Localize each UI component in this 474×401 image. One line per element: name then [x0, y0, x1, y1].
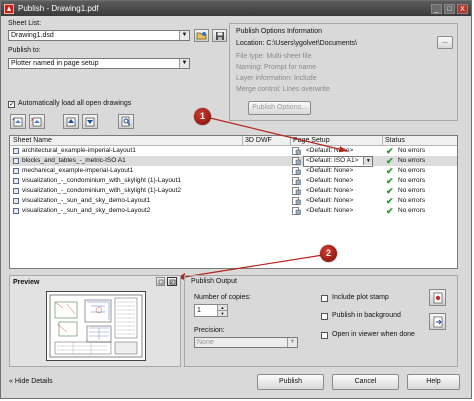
open-in-viewer-label: Open in viewer when done: [332, 331, 415, 338]
publish-button[interactable]: Publish: [257, 374, 324, 390]
cancel-button[interactable]: Cancel: [332, 374, 399, 390]
preview-panel: Preview: [9, 275, 181, 367]
preview-label: Preview: [13, 279, 40, 286]
precision-label: Precision:: [194, 327, 225, 334]
hide-details-link[interactable]: « Hide Details: [9, 378, 53, 385]
include-plot-stamp-checkbox[interactable]: [321, 295, 328, 302]
publish-in-background-settings-button[interactable]: [429, 313, 446, 330]
floor-plan-thumbnail-image: [49, 294, 143, 358]
plot-stamp-icon: [433, 292, 442, 303]
chevron-down-icon: ▼: [287, 338, 297, 347]
help-button[interactable]: Help: [407, 374, 460, 390]
precision-dropdown[interactable]: None ▼: [194, 337, 298, 348]
expand-preview-icon: [169, 279, 175, 284]
open-in-viewer-checkbox[interactable]: [321, 332, 328, 339]
copies-value: 1: [197, 307, 201, 314]
include-plot-stamp-label: Include plot stamp: [332, 294, 389, 301]
copies-label: Number of copies:: [194, 294, 251, 301]
copies-spinner[interactable]: 1 ▲ ▼: [194, 304, 228, 317]
spin-down-icon[interactable]: ▼: [217, 311, 227, 316]
collapse-arrow-icon: «: [9, 378, 13, 385]
hide-details-label: Hide Details: [14, 378, 53, 385]
callout-1-badge: 1: [194, 108, 211, 125]
preview-expand-button[interactable]: [167, 277, 177, 286]
publish-dialog: Publish - Drawing1.pdf _ □ X Sheet List:…: [0, 0, 472, 399]
plot-stamp-settings-button[interactable]: [429, 289, 446, 306]
publish-in-background-checkbox[interactable]: [321, 313, 328, 320]
publish-in-background-label: Publish in background: [332, 312, 401, 319]
preview-pin-button[interactable]: [156, 277, 165, 286]
background-publish-icon: [433, 316, 442, 327]
publish-output-group: Publish Output Number of copies: 1 ▲ ▼ P…: [184, 275, 458, 367]
callout-2-badge: 2: [320, 245, 337, 262]
publish-output-title: Publish Output: [191, 278, 237, 285]
pin-icon: [158, 279, 163, 284]
drawing-preview-thumbnail: [46, 291, 146, 361]
precision-value: None: [197, 339, 214, 346]
